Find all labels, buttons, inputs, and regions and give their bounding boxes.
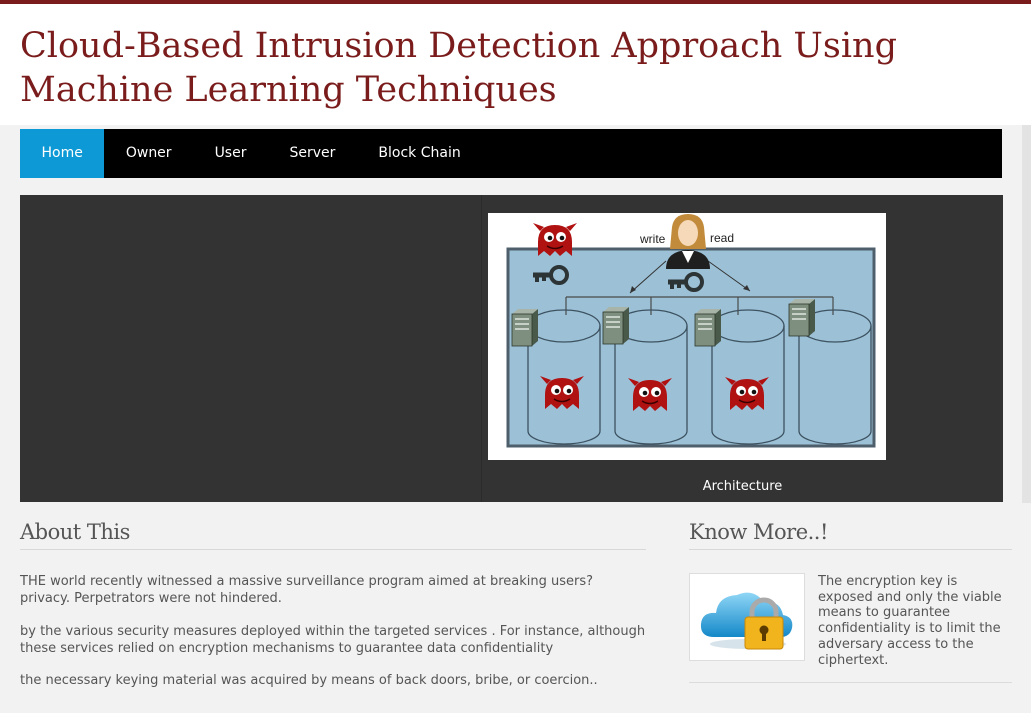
page-title: Cloud-Based Intrusion Detection Approach… — [20, 26, 897, 110]
about-paragraph: by the various security measures deploye… — [20, 624, 646, 656]
about-divider — [20, 549, 646, 550]
nav-item-server[interactable]: Server — [268, 129, 357, 178]
about-section: About This THE world recently witnessed … — [20, 518, 646, 688]
main-nav: Home Owner User Server Block Chain — [20, 129, 1002, 178]
know-more-text: The encryption key is exposed and only t… — [818, 574, 1002, 668]
read-label: read — [710, 231, 734, 245]
nav-item-owner[interactable]: Owner — [104, 129, 193, 178]
know-more-divider — [689, 549, 1012, 550]
about-title: About This — [20, 520, 130, 544]
slider-divider — [481, 195, 482, 502]
slide-caption: Architecture — [702, 479, 783, 494]
write-label: write — [639, 232, 666, 246]
cloud-lock-thumbnail[interactable] — [689, 573, 805, 661]
about-paragraph: THE world recently witnessed a massive s… — [20, 574, 594, 606]
nav-item-block-chain[interactable]: Block Chain — [357, 129, 482, 178]
nav-item-user[interactable]: User — [193, 129, 268, 178]
header: Cloud-Based Intrusion Detection Approach… — [0, 4, 1031, 125]
about-paragraph: the necessary keying material was acquir… — [20, 673, 598, 688]
page-edge-shade — [1022, 125, 1031, 503]
nav-item-home[interactable]: Home — [20, 129, 105, 178]
architecture-diagram: write read — [488, 213, 886, 460]
know-more-bottom-divider — [689, 682, 1012, 683]
know-more-title: Know More..! — [689, 520, 828, 544]
know-more-section: Know More..! The encryption key is expos… — [689, 518, 1012, 683]
architecture-figure: write read — [488, 213, 886, 460]
cloud-lock-icon — [700, 592, 793, 650]
image-slider: write read Architecture — [20, 195, 1003, 502]
